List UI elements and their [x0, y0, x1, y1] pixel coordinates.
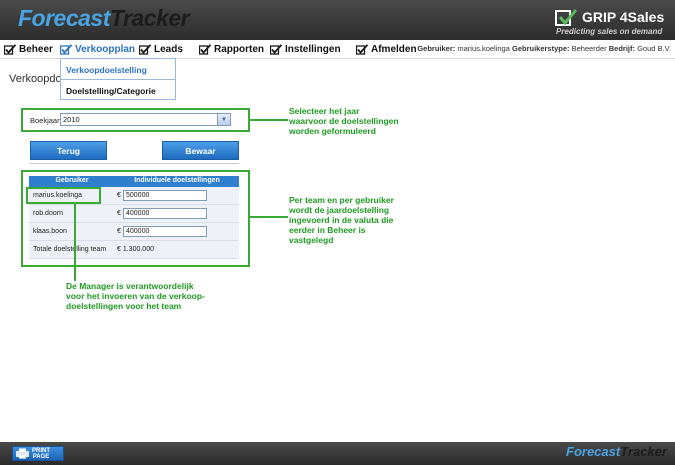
column-header-gebruiker: Gebruiker	[55, 177, 89, 184]
divider	[30, 163, 239, 164]
table-total-row: Totale doelstelling team € 1.300.000	[29, 241, 239, 259]
check-arrow-icon	[4, 43, 16, 55]
callout-line	[250, 119, 288, 121]
doelstelling-input[interactable]: 400000	[123, 226, 207, 237]
user-name: klaas.boon	[33, 228, 67, 235]
callout-line	[74, 204, 76, 282]
table-row: klaas.boon € 400000	[29, 223, 239, 241]
nav-item-instellingen[interactable]: Instellingen	[270, 43, 341, 55]
callout-doelstellingen: Per team en per gebruiker wordt de jaard…	[289, 195, 394, 245]
nav-item-rapporten[interactable]: Rapporten	[199, 43, 264, 55]
user-info: Gebruiker: marius.koelinga Gebruikerstyp…	[417, 44, 671, 53]
menu-divider	[61, 79, 175, 80]
user-name: rob.doorn	[33, 210, 63, 217]
brand-name: GRIP 4Sales	[582, 9, 665, 25]
check-arrow-icon	[139, 43, 151, 55]
footer-logo: ForecastTracker	[566, 444, 667, 459]
boekjaar-label: Boekjaar	[30, 116, 60, 125]
nav-item-leads[interactable]: Leads	[139, 43, 183, 55]
currency-symbol: €	[117, 210, 121, 217]
column-header-doelstellingen: Individuele doelstellingen	[134, 177, 220, 184]
menu-item-doelstelling-categorie[interactable]: Doelstelling/Categorie	[66, 86, 156, 96]
chevron-down-icon[interactable]: ▼	[217, 114, 230, 125]
total-value: € 1.300.000	[117, 246, 154, 253]
manager-highlight	[26, 187, 101, 204]
callout-boekjaar: Selecteer het jaar waarvoor de doelstell…	[289, 106, 399, 136]
check-arrow-icon	[60, 43, 72, 55]
doelstelling-input[interactable]: 500000	[123, 190, 207, 201]
doelstelling-input[interactable]: 400000	[123, 208, 207, 219]
nav-item-beheer[interactable]: Beheer	[4, 43, 53, 55]
check-arrow-icon	[356, 43, 368, 55]
table-row: rob.doorn € 400000	[29, 205, 239, 223]
print-page-button[interactable]: PRINT PAGE	[12, 446, 64, 461]
page-title: Verkoopdoe	[9, 73, 68, 85]
currency-symbol: €	[117, 192, 121, 199]
bewaar-button[interactable]: Bewaar	[162, 141, 239, 160]
terug-button[interactable]: Terug	[30, 141, 107, 160]
menu-item-verkoopdoelstelling[interactable]: Verkoopdoelstelling	[66, 65, 147, 75]
printer-icon	[16, 448, 29, 459]
callout-manager: De Manager is verantwoordelijk voor het …	[66, 281, 205, 311]
callout-line	[250, 216, 288, 218]
table-header: Gebruiker Individuele doelstellingen	[29, 176, 239, 187]
app-logo: ForecastTracker	[18, 5, 190, 31]
boekjaar-select[interactable]: 2010 ▼	[60, 113, 231, 126]
currency-symbol: €	[117, 228, 121, 235]
total-label: Totale doelstelling team	[33, 246, 107, 253]
nav-item-verkoopplan[interactable]: Verkoopplan	[60, 43, 135, 55]
check-arrow-icon	[270, 43, 282, 55]
nav-item-afmelden[interactable]: Afmelden	[356, 43, 417, 55]
verkoopplan-dropdown: Verkoopdoelstelling Doelstelling/Categor…	[60, 58, 176, 100]
check-arrow-icon	[199, 43, 211, 55]
brand-tagline: Predicting sales on demand	[556, 27, 663, 36]
